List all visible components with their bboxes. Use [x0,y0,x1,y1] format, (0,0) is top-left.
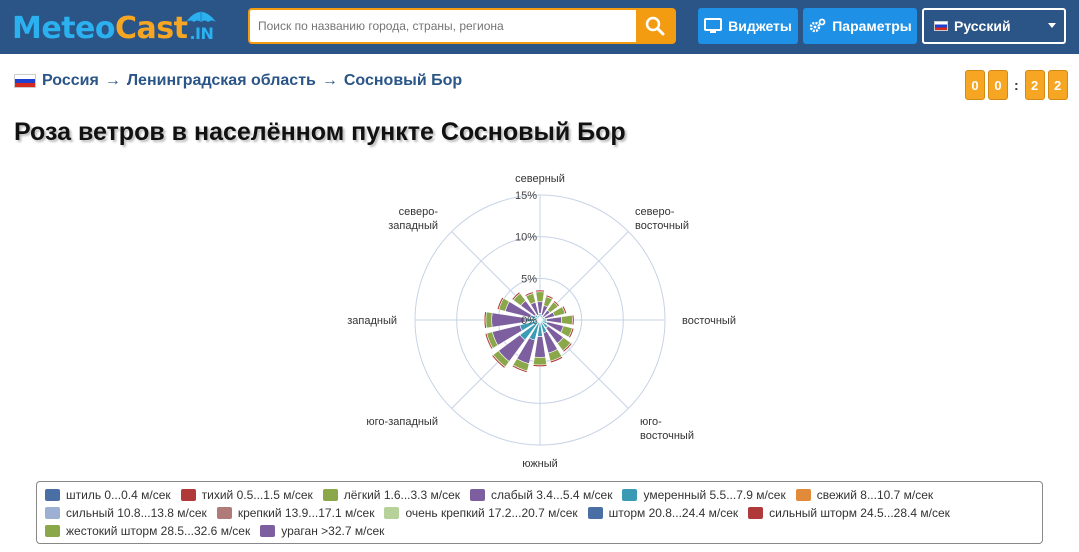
legend-swatch [260,525,276,537]
legend-item[interactable]: крепкий 13.9...17.1 м/сек [216,506,375,520]
legend-swatch [45,525,60,537]
legend-label: штиль 0...0.4 м/сек [66,488,171,502]
breadcrumb-country[interactable]: Россия [42,72,99,90]
timer-separator: : [1014,77,1019,93]
legend-row: штиль 0...0.4 м/сек тихий 0.5...1.5 м/сек… [45,486,1034,504]
legend-item[interactable]: очень крепкий 17.2...20.7 м/сек [384,506,578,520]
legend-swatch [45,507,60,519]
russia-flag-icon [14,74,36,88]
chart-legend: штиль 0...0.4 м/сек тихий 0.5...1.5 м/сек… [36,481,1043,544]
legend-swatch [470,489,486,501]
legend-label: сильный 10.8...13.8 м/сек [66,506,207,520]
direction-label: южный [522,458,558,470]
legend-item[interactable]: жестокий шторм 28.5...32.6 м/сек [45,524,250,538]
legend-row: жестокий шторм 28.5...32.6 м/сек ураган >… [45,522,1034,540]
legend-item[interactable]: слабый 3.4...5.4 м/сек [470,488,612,502]
legend-item[interactable]: сильный шторм 24.5...28.4 м/сек [748,506,950,520]
legend-label: крепкий 13.9...17.1 м/сек [237,506,375,520]
legend-swatch [45,489,60,501]
direction-label: северо-западный [388,206,438,232]
legend-item[interactable]: тихий 0.5...1.5 м/сек [180,488,313,502]
wind-rose-chart: 0% 5% 10% 15% северный северо-восточный восточ… [347,173,736,470]
breadcrumb: Россия → Ленинградская область → Сосновы… [14,72,462,90]
legend-label: лёгкий 1.6...3.3 м/сек [343,488,461,502]
legend-item[interactable]: ураган >32.7 м/сек [260,524,384,538]
legend-swatch [180,489,196,501]
legend-item[interactable]: умеренный 5.5...7.9 м/сек [622,488,786,502]
language-select[interactable]: Русский [922,8,1066,44]
breadcrumb-city[interactable]: Сосновый Бор [344,72,462,90]
legend-swatch [748,507,764,519]
radial-tick-label: 10% [515,232,537,244]
legend-swatch [795,489,811,501]
legend-label: жестокий шторм 28.5...32.6 м/сек [66,524,251,538]
site-header: MeteoCast.IN Виджеты Параметры Русский [0,0,1079,54]
legend-label: ураган >32.7 м/сек [281,524,385,538]
timer-digit: 0 [988,70,1008,100]
direction-label: юго-восточный [640,416,694,442]
radial-tick-label: 0% [521,315,537,327]
monitor-icon [704,18,723,33]
rose-bar [535,289,545,293]
legend-label: очень крепкий 17.2...20.7 м/сек [405,506,578,520]
rose-bar [533,356,547,366]
legend-label: умеренный 5.5...7.9 м/сек [643,488,786,502]
legend-item[interactable]: сильный 10.8...13.8 м/сек [45,506,207,520]
rose-bar [534,336,546,358]
legend-item[interactable]: лёгкий 1.6...3.3 м/сек [322,488,461,502]
breadcrumb-separator: → [321,72,338,89]
rose-bar [571,314,575,326]
countdown-timer: 0 0 : 2 2 [965,70,1068,100]
legend-swatch [322,489,338,501]
direction-label: северный [515,173,565,185]
radial-tick-label: 5% [521,273,537,285]
legend-row: сильный 10.8...13.8 м/сек крепкий 13.9...… [45,504,1034,522]
page-title: Роза ветров в населённом пункте Сосновый… [14,118,626,146]
direction-label: восточный [682,315,736,327]
search-box [248,8,676,44]
rose-bar [485,311,493,329]
rose-bar [561,314,573,326]
legend-label: свежий 8...10.7 м/сек [816,488,934,502]
legend-label: слабый 3.4...5.4 м/сек [491,488,613,502]
breadcrumb-region[interactable]: Ленинградская область [127,72,316,90]
chevron-down-icon [1048,23,1056,28]
legend-item[interactable]: шторм 20.8...24.4 м/сек [587,506,739,520]
widgets-button[interactable]: Виджеты [698,8,798,44]
rose-bar [535,291,545,303]
russia-flag-icon [934,21,948,31]
legend-label: шторм 20.8...24.4 м/сек [608,506,739,520]
legend-swatch [622,489,638,501]
direction-label: юго-западный [366,416,438,428]
legend-label: сильный шторм 24.5...28.4 м/сек [769,506,950,520]
gears-icon [809,18,826,33]
radial-tick-label: 15% [515,190,537,202]
params-button[interactable]: Параметры [803,8,917,44]
timer-digit: 2 [1024,70,1045,100]
search-input[interactable] [250,10,636,42]
direction-label: западный [347,315,397,327]
rose-bar [483,311,487,329]
umbrella-icon [186,11,216,22]
legend-swatch [384,507,400,519]
legend-item[interactable]: свежий 8...10.7 м/сек [795,488,934,502]
direction-label: северо-восточный [635,206,689,232]
search-icon [645,16,665,36]
timer-digit: 0 [965,70,985,100]
timer-digit: 2 [1047,70,1068,100]
legend-label: тихий 0.5...1.5 м/сек [201,488,313,502]
search-button[interactable] [636,10,674,42]
rose-bar [532,364,548,367]
breadcrumb-separator: → [104,72,121,89]
legend-swatch [216,507,232,519]
legend-swatch [587,507,603,519]
legend-item[interactable]: штиль 0...0.4 м/сек [45,488,171,502]
